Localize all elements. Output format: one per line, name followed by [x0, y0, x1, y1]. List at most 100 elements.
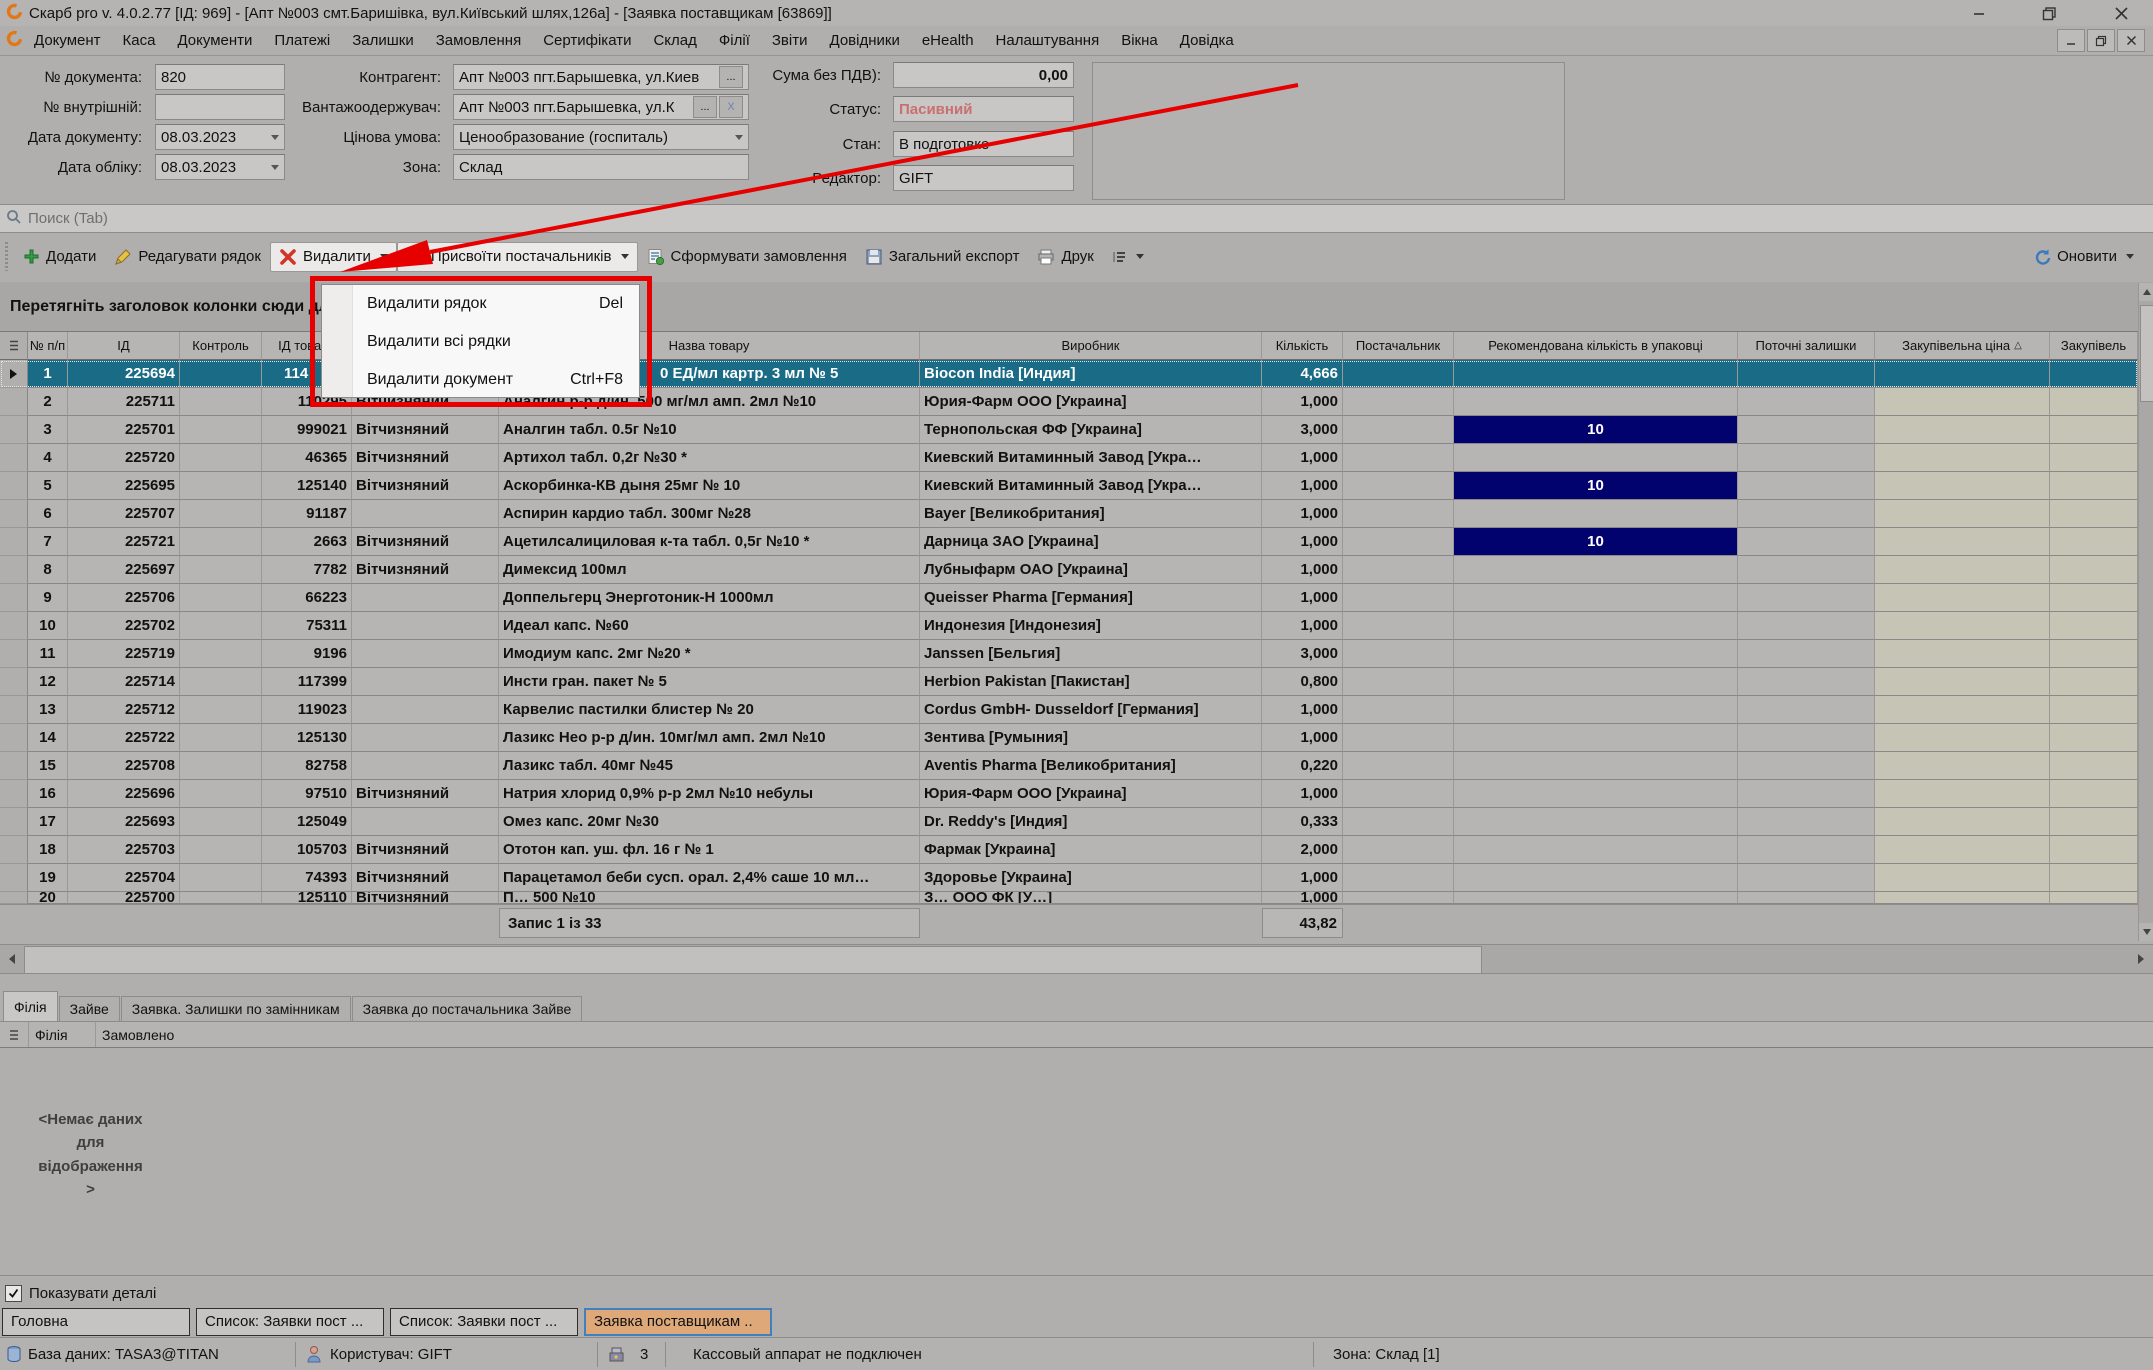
menu-item-1[interactable]: Документ: [23, 32, 112, 49]
table-row[interactable]: 5225695125140ВітчизнянийАскорбинка-КВ ды…: [0, 472, 2138, 500]
table-row[interactable]: 622570791187Аспирин кардио табл. 300мг №…: [0, 500, 2138, 528]
column-header-rec[interactable]: Рекомендована кількість в упаковці: [1454, 332, 1738, 360]
consignee-field[interactable]: Апт №003 пгт.Барышевка, ул.К...X: [453, 94, 749, 120]
context-menu-item-1[interactable]: Видалити рядокDel: [353, 285, 639, 323]
menu-item-5[interactable]: Залишки: [341, 32, 425, 49]
delete-button[interactable]: Видалити: [270, 242, 397, 272]
accounting-date-field[interactable]: 08.03.2023: [155, 154, 285, 180]
table-row[interactable]: 1522570882758Лазикс табл. 40мг №45Aventi…: [0, 752, 2138, 780]
print-button[interactable]: Друк: [1028, 242, 1102, 272]
show-details-row[interactable]: Показувати деталі: [0, 1280, 2153, 1306]
detail-options-icon[interactable]: [0, 1022, 29, 1047]
chevron-down-icon[interactable]: [271, 135, 279, 140]
cell-stock: [1738, 892, 1875, 904]
menu-item-2[interactable]: Каса: [112, 32, 167, 49]
menu-item-9[interactable]: Філії: [708, 32, 761, 49]
table-row[interactable]: 422572046365ВітчизнянийАртихол табл. 0,2…: [0, 444, 2138, 472]
menu-item-7[interactable]: Сертифікати: [532, 32, 642, 49]
column-header-price[interactable]: Закупівельна ціна△: [1875, 332, 2050, 360]
row-gutter: [0, 388, 28, 416]
window-tab-3[interactable]: Список: Заявки пост ...: [390, 1308, 578, 1336]
table-row[interactable]: 13225712119023Карвелис пастилки блистер …: [0, 696, 2138, 724]
edit-row-button[interactable]: Редагувати рядок: [105, 242, 270, 272]
assign-suppliers-button[interactable]: Присвоїти постачальників: [397, 242, 638, 272]
menu-item-11[interactable]: Довідники: [819, 32, 911, 49]
menu-item-4[interactable]: Платежі: [263, 32, 341, 49]
table-row[interactable]: 20225700125110ВітчизнянийП… 500 №10З… ОО…: [0, 892, 2138, 904]
table-row[interactable]: 72257212663ВітчизнянийАцетилсалициловая …: [0, 528, 2138, 556]
menu-item-12[interactable]: eHealth: [911, 32, 985, 49]
cell-rec: [1454, 444, 1738, 472]
window-tab-1[interactable]: Головна: [2, 1308, 190, 1336]
price-condition-field[interactable]: Ценообразование (госпиталь): [453, 124, 749, 150]
detail-tab-3[interactable]: Заявка. Залишки по замінникам: [121, 996, 351, 1021]
column-header-supplier[interactable]: Постачальник: [1343, 332, 1454, 360]
refresh-button[interactable]: Оновити: [2024, 242, 2143, 272]
table-row[interactable]: 12225714117399Инсти гран. пакет № 5Herbi…: [0, 668, 2138, 696]
internal-number-field[interactable]: [155, 94, 285, 120]
vertical-scrollbar[interactable]: [2138, 283, 2153, 941]
menu-item-6[interactable]: Замовлення: [425, 32, 532, 49]
table-row[interactable]: 1922570474393ВітчизнянийПарацетамол беби…: [0, 864, 2138, 892]
table-row[interactable]: 17225693125049Омез капс. 20мг №30Dr. Red…: [0, 808, 2138, 836]
column-header-n[interactable]: № п/п: [28, 332, 68, 360]
grid-options-icon[interactable]: [0, 332, 28, 360]
chevron-down-icon[interactable]: [271, 165, 279, 170]
mdi-restore-button[interactable]: [2087, 29, 2115, 52]
vertical-scroll-thumb[interactable]: [2140, 305, 2153, 402]
scroll-down-button[interactable]: [2139, 923, 2153, 941]
context-menu-item-2[interactable]: Видалити всі рядки: [353, 323, 639, 361]
scroll-up-button[interactable]: [2139, 283, 2153, 301]
notes-field[interactable]: [1092, 62, 1565, 200]
window-tab-2[interactable]: Список: Заявки пост ...: [196, 1308, 384, 1336]
menu-item-14[interactable]: Вікна: [1110, 32, 1169, 49]
menu-item-15[interactable]: Довідка: [1169, 32, 1245, 49]
detail-column-zamovleno[interactable]: Замовлено: [96, 1022, 2096, 1047]
doc-date-field[interactable]: 08.03.2023: [155, 124, 285, 150]
column-header-id[interactable]: ІД: [68, 332, 180, 360]
menu-item-13[interactable]: Налаштування: [985, 32, 1111, 49]
horizontal-scroll-thumb[interactable]: [24, 946, 1482, 974]
horizontal-scrollbar[interactable]: [0, 944, 2153, 974]
zone-field[interactable]: Склад: [453, 154, 749, 180]
context-menu-item-3[interactable]: Видалити документCtrl+F8: [353, 361, 639, 399]
scroll-left-button[interactable]: [0, 945, 24, 973]
menu-item-8[interactable]: Склад: [642, 32, 707, 49]
table-row[interactable]: 18225703105703ВітчизнянийОтотон кап. уш.…: [0, 836, 2138, 864]
export-button[interactable]: Загальний експорт: [856, 242, 1029, 272]
table-row[interactable]: 922570666223Доппельгерц Энерготоник-Н 10…: [0, 584, 2138, 612]
detail-tab-1[interactable]: Філія: [3, 991, 58, 1021]
menu-item-3[interactable]: Документи: [166, 32, 263, 49]
column-header-manufacturer[interactable]: Виробник: [920, 332, 1262, 360]
show-details-checkbox[interactable]: [5, 1285, 22, 1302]
column-header-stock[interactable]: Поточні залишки: [1738, 332, 1875, 360]
search-bar[interactable]: Поиск (Tab): [0, 204, 2153, 233]
column-header-price2[interactable]: Закупівель: [2050, 332, 2138, 360]
list-options-button[interactable]: [1103, 244, 1153, 270]
column-header-control[interactable]: Контроль: [180, 332, 262, 360]
contragent-field[interactable]: Апт №003 пгт.Барышевка, ул.Киев...: [453, 64, 749, 90]
restore-button[interactable]: [2032, 2, 2066, 24]
table-row[interactable]: 82256977782ВітчизнянийДимексид 100млЛубн…: [0, 556, 2138, 584]
column-header-qty[interactable]: Кількість: [1262, 332, 1343, 360]
close-button[interactable]: [2104, 2, 2138, 24]
minimize-button[interactable]: [1962, 2, 1996, 24]
doc-number-field[interactable]: 820: [155, 64, 285, 90]
cell-name: Доппельгерц Энерготоник-Н 1000мл: [499, 584, 920, 612]
create-order-button[interactable]: Сформувати замовлення: [638, 242, 856, 272]
mdi-close-button[interactable]: [2117, 29, 2145, 52]
mdi-minimize-button[interactable]: [2057, 29, 2085, 52]
detail-tab-4[interactable]: Заявка до постачальника Зайве: [352, 996, 583, 1021]
add-button[interactable]: Додати: [14, 242, 105, 271]
lookup-button[interactable]: ...: [693, 96, 717, 118]
scroll-right-button[interactable]: [2129, 945, 2153, 973]
table-row[interactable]: 1022570275311Идеал капс. №60Индонезия [И…: [0, 612, 2138, 640]
detail-tab-2[interactable]: Зайве: [59, 996, 120, 1021]
detail-column-filiya[interactable]: Філія: [29, 1022, 96, 1047]
menu-item-10[interactable]: Звіти: [761, 32, 819, 49]
table-row[interactable]: 14225722125130Лазикс Нео р-р д/ин. 10мг/…: [0, 724, 2138, 752]
table-row[interactable]: 1622569697510ВітчизнянийНатрия хлорид 0,…: [0, 780, 2138, 808]
table-row[interactable]: 112257199196Имодиум капс. 2мг №20 *Janss…: [0, 640, 2138, 668]
table-row[interactable]: 3225701999021ВітчизнянийАналгин табл. 0.…: [0, 416, 2138, 444]
window-tab-4[interactable]: Заявка поставщикам ..: [584, 1308, 772, 1336]
